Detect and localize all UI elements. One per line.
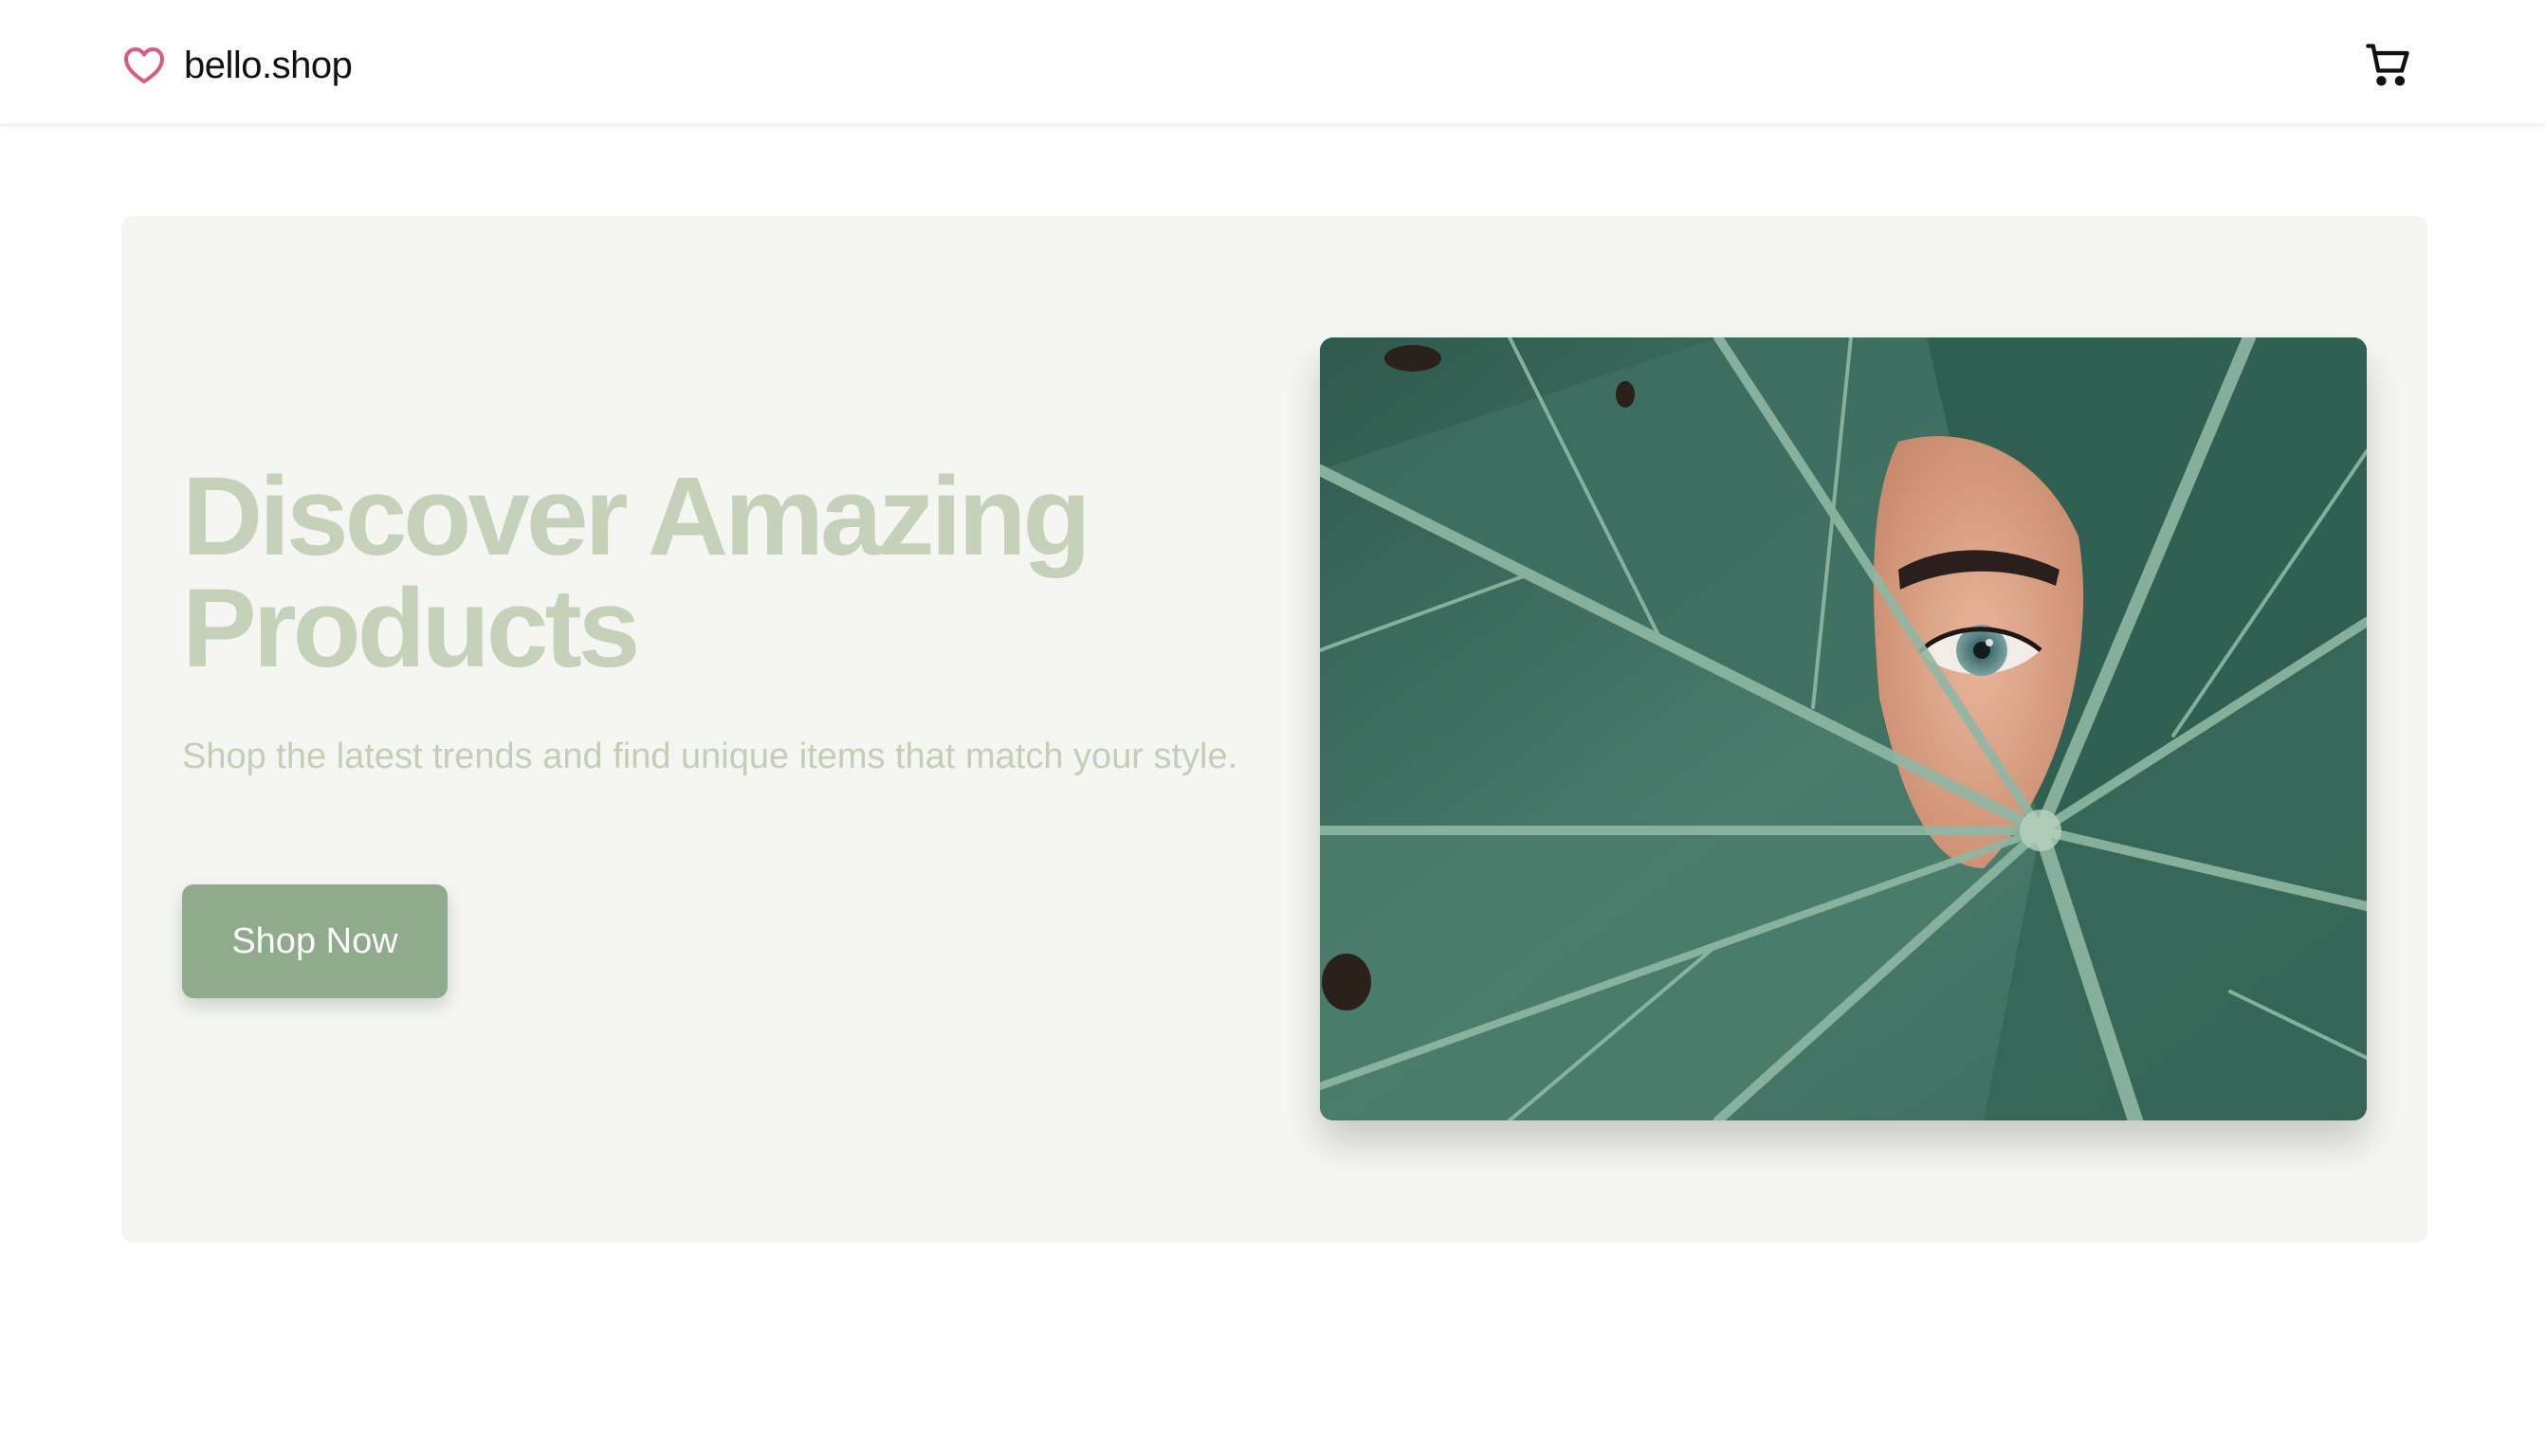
eye-behind-leaf-illustration <box>1320 337 2367 1120</box>
hero-image <box>1320 337 2367 1120</box>
hero-title: Discover Amazing Products <box>182 454 1091 691</box>
heart-icon <box>124 47 164 83</box>
hero-subtitle: Shop the latest trends and find unique i… <box>182 737 1238 776</box>
brand-logo[interactable]: bello.shop <box>121 34 353 97</box>
cart-button[interactable] <box>2364 40 2413 89</box>
site-header: bello.shop <box>0 0 2545 126</box>
cart-icon <box>2366 44 2409 86</box>
hero-section: Discover Amazing Products Shop the lates… <box>121 216 2427 1243</box>
shop-now-button[interactable]: Shop Now <box>182 884 448 998</box>
brand-name: bello.shop <box>184 44 353 86</box>
